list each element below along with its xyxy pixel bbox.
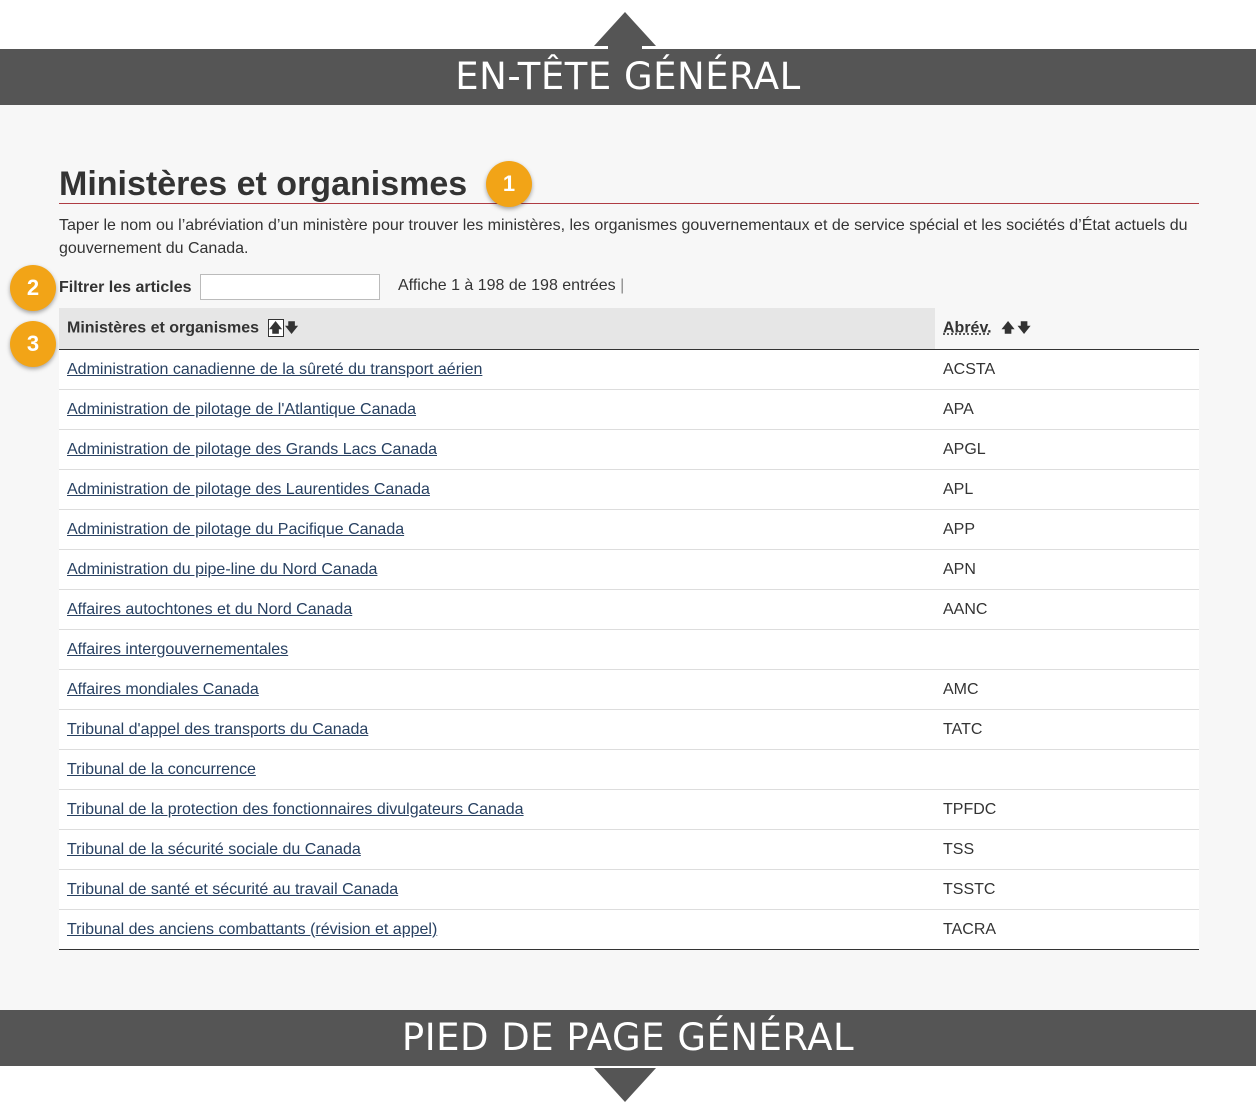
column-header-abbr[interactable]: Abrév. 🡅 🡇 <box>935 308 1199 350</box>
general-footer-banner: PIED DE PAGE GÉNÉRAL <box>0 1010 1256 1066</box>
department-link[interactable]: Tribunal de la concurrence <box>67 761 256 778</box>
table-row: Tribunal des anciens combattants (révisi… <box>59 909 1199 950</box>
department-link[interactable]: Administration canadienne de la sûreté d… <box>67 361 482 378</box>
department-link[interactable]: Administration de pilotage de l'Atlantiq… <box>67 401 416 418</box>
table-body: Administration canadienne de la sûreté d… <box>59 349 1199 950</box>
abbreviation-cell: APP <box>935 509 1199 550</box>
department-link[interactable]: Administration du pipe-line du Nord Cana… <box>67 561 377 578</box>
abbreviation-cell: APGL <box>935 429 1199 470</box>
table-row: Tribunal d'appel des transports du Canad… <box>59 709 1199 750</box>
abbreviation-cell: AMC <box>935 669 1199 710</box>
sort-descending-icon[interactable]: 🡇 <box>1016 320 1032 338</box>
sort-ascending-icon[interactable]: 🡅 <box>1000 320 1016 338</box>
table-row: Tribunal de la protection des fonctionna… <box>59 789 1199 830</box>
department-link[interactable]: Tribunal de la protection des fonctionna… <box>67 801 524 818</box>
abbr-sort-controls: 🡅 🡇 <box>1000 319 1032 338</box>
filter-input[interactable] <box>200 274 380 300</box>
department-link[interactable]: Tribunal de santé et sécurité au travail… <box>67 881 398 898</box>
abbreviation-cell: ACSTA <box>935 349 1199 390</box>
table-row: Administration de pilotage de l'Atlantiq… <box>59 389 1199 430</box>
abbreviation-cell: AANC <box>935 589 1199 630</box>
table-row: Affaires autochtones et du Nord Canada AA… <box>59 589 1199 630</box>
column-header-name[interactable]: Ministères et organismes 🡅 🡇 <box>59 308 935 350</box>
sort-ascending-icon[interactable]: 🡅 <box>267 319 284 337</box>
abbreviation-cell: TPFDC <box>935 789 1199 830</box>
department-link[interactable]: Affaires autochtones et du Nord Canada <box>67 601 352 618</box>
abbreviation-cell: APN <box>935 549 1199 590</box>
table-row: Affaires intergouvernementales <box>59 629 1199 670</box>
abbreviation-cell: TACRA <box>935 909 1199 950</box>
department-link[interactable]: Administration de pilotage du Pacifique … <box>67 521 404 538</box>
page-title: Ministères et organismes <box>59 150 1199 204</box>
column-header-abbr-label: Abrév. <box>943 319 992 337</box>
page-description: Taper le nom ou l’abréviation d’un minis… <box>59 217 1188 257</box>
department-link[interactable]: Administration de pilotage des Grands La… <box>67 441 437 458</box>
department-link[interactable]: Tribunal d'appel des transports du Canad… <box>67 721 368 738</box>
main-content: Ministères et organismes Taper le nom ou… <box>59 150 1199 260</box>
table-header-row: Ministères et organismes 🡅 🡇 Abrév. 🡅 🡇 <box>59 308 1199 350</box>
entries-count: Affiche 1 à 198 de 198 entrées | <box>398 277 625 294</box>
table-row: Administration de pilotage des Laurentid… <box>59 469 1199 510</box>
table-row: Administration de pilotage du Pacifique … <box>59 509 1199 550</box>
table-row: Administration canadienne de la sûreté d… <box>59 349 1199 390</box>
column-header-name-label: Ministères et organismes <box>67 319 260 337</box>
callout-badge-1: 1 <box>486 161 532 207</box>
name-sort-controls: 🡅 🡇 <box>267 319 300 338</box>
table-row: Administration de pilotage des Grands La… <box>59 429 1199 470</box>
abbreviation-cell: APL <box>935 469 1199 510</box>
department-link[interactable]: Affaires mondiales Canada <box>67 681 259 698</box>
table-row: Administration du pipe-line du Nord Cana… <box>59 549 1199 590</box>
general-header-banner: EN-TÊTE GÉNÉRAL <box>0 49 1256 105</box>
callout-badge-3: 3 <box>10 321 56 367</box>
sort-descending-icon[interactable]: 🡇 <box>284 320 300 338</box>
header-arrow-up-icon <box>594 12 656 46</box>
header-banner-text: EN-TÊTE GÉNÉRAL <box>455 55 801 98</box>
abbreviation-cell: TATC <box>935 709 1199 750</box>
abbreviation-cell: TSSTC <box>935 869 1199 910</box>
filter-label: Filtrer les articles <box>59 279 192 296</box>
table-row: Tribunal de la concurrence <box>59 749 1199 790</box>
department-link[interactable]: Administration de pilotage des Laurentid… <box>67 481 430 498</box>
footer-arrow-down-icon <box>594 1068 656 1102</box>
abbreviation-cell: APA <box>935 389 1199 430</box>
callout-badge-2: 2 <box>10 265 56 311</box>
table-row: Tribunal de santé et sécurité au travail… <box>59 869 1199 910</box>
table-row: Affaires mondiales Canada AMC <box>59 669 1199 710</box>
department-link[interactable]: Tribunal de la sécurité sociale du Canad… <box>67 841 361 858</box>
footer-banner-text: PIED DE PAGE GÉNÉRAL <box>401 1016 855 1059</box>
abbreviation-cell: TSS <box>935 829 1199 870</box>
table-row: Tribunal de la sécurité sociale du Canad… <box>59 829 1199 870</box>
abbreviation-cell <box>935 629 1199 670</box>
abbreviation-cell <box>935 749 1199 790</box>
department-link[interactable]: Affaires intergouvernementales <box>67 641 288 658</box>
department-link[interactable]: Tribunal des anciens combattants (révisi… <box>67 921 437 938</box>
departments-table: Ministères et organismes 🡅 🡇 Abrév. 🡅 🡇 Ad… <box>59 308 1199 950</box>
